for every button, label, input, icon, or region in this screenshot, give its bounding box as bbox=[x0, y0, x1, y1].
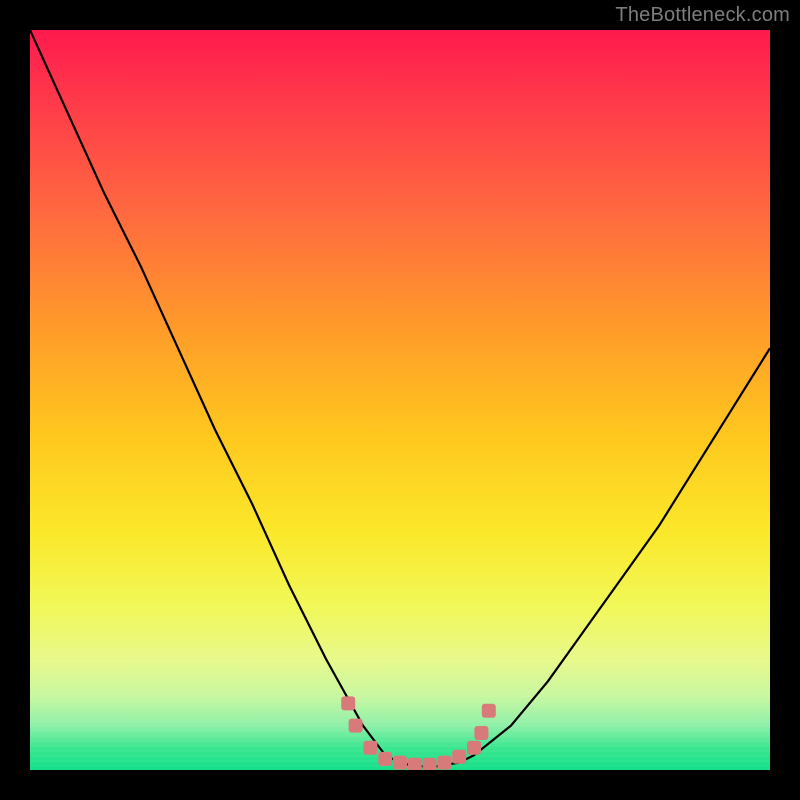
curve-path bbox=[30, 30, 770, 766]
plot-area bbox=[30, 30, 770, 770]
chart-frame: TheBottleneck.com bbox=[0, 0, 800, 800]
watermark-text: TheBottleneck.com bbox=[615, 4, 790, 27]
bottleneck-curve bbox=[30, 30, 770, 770]
